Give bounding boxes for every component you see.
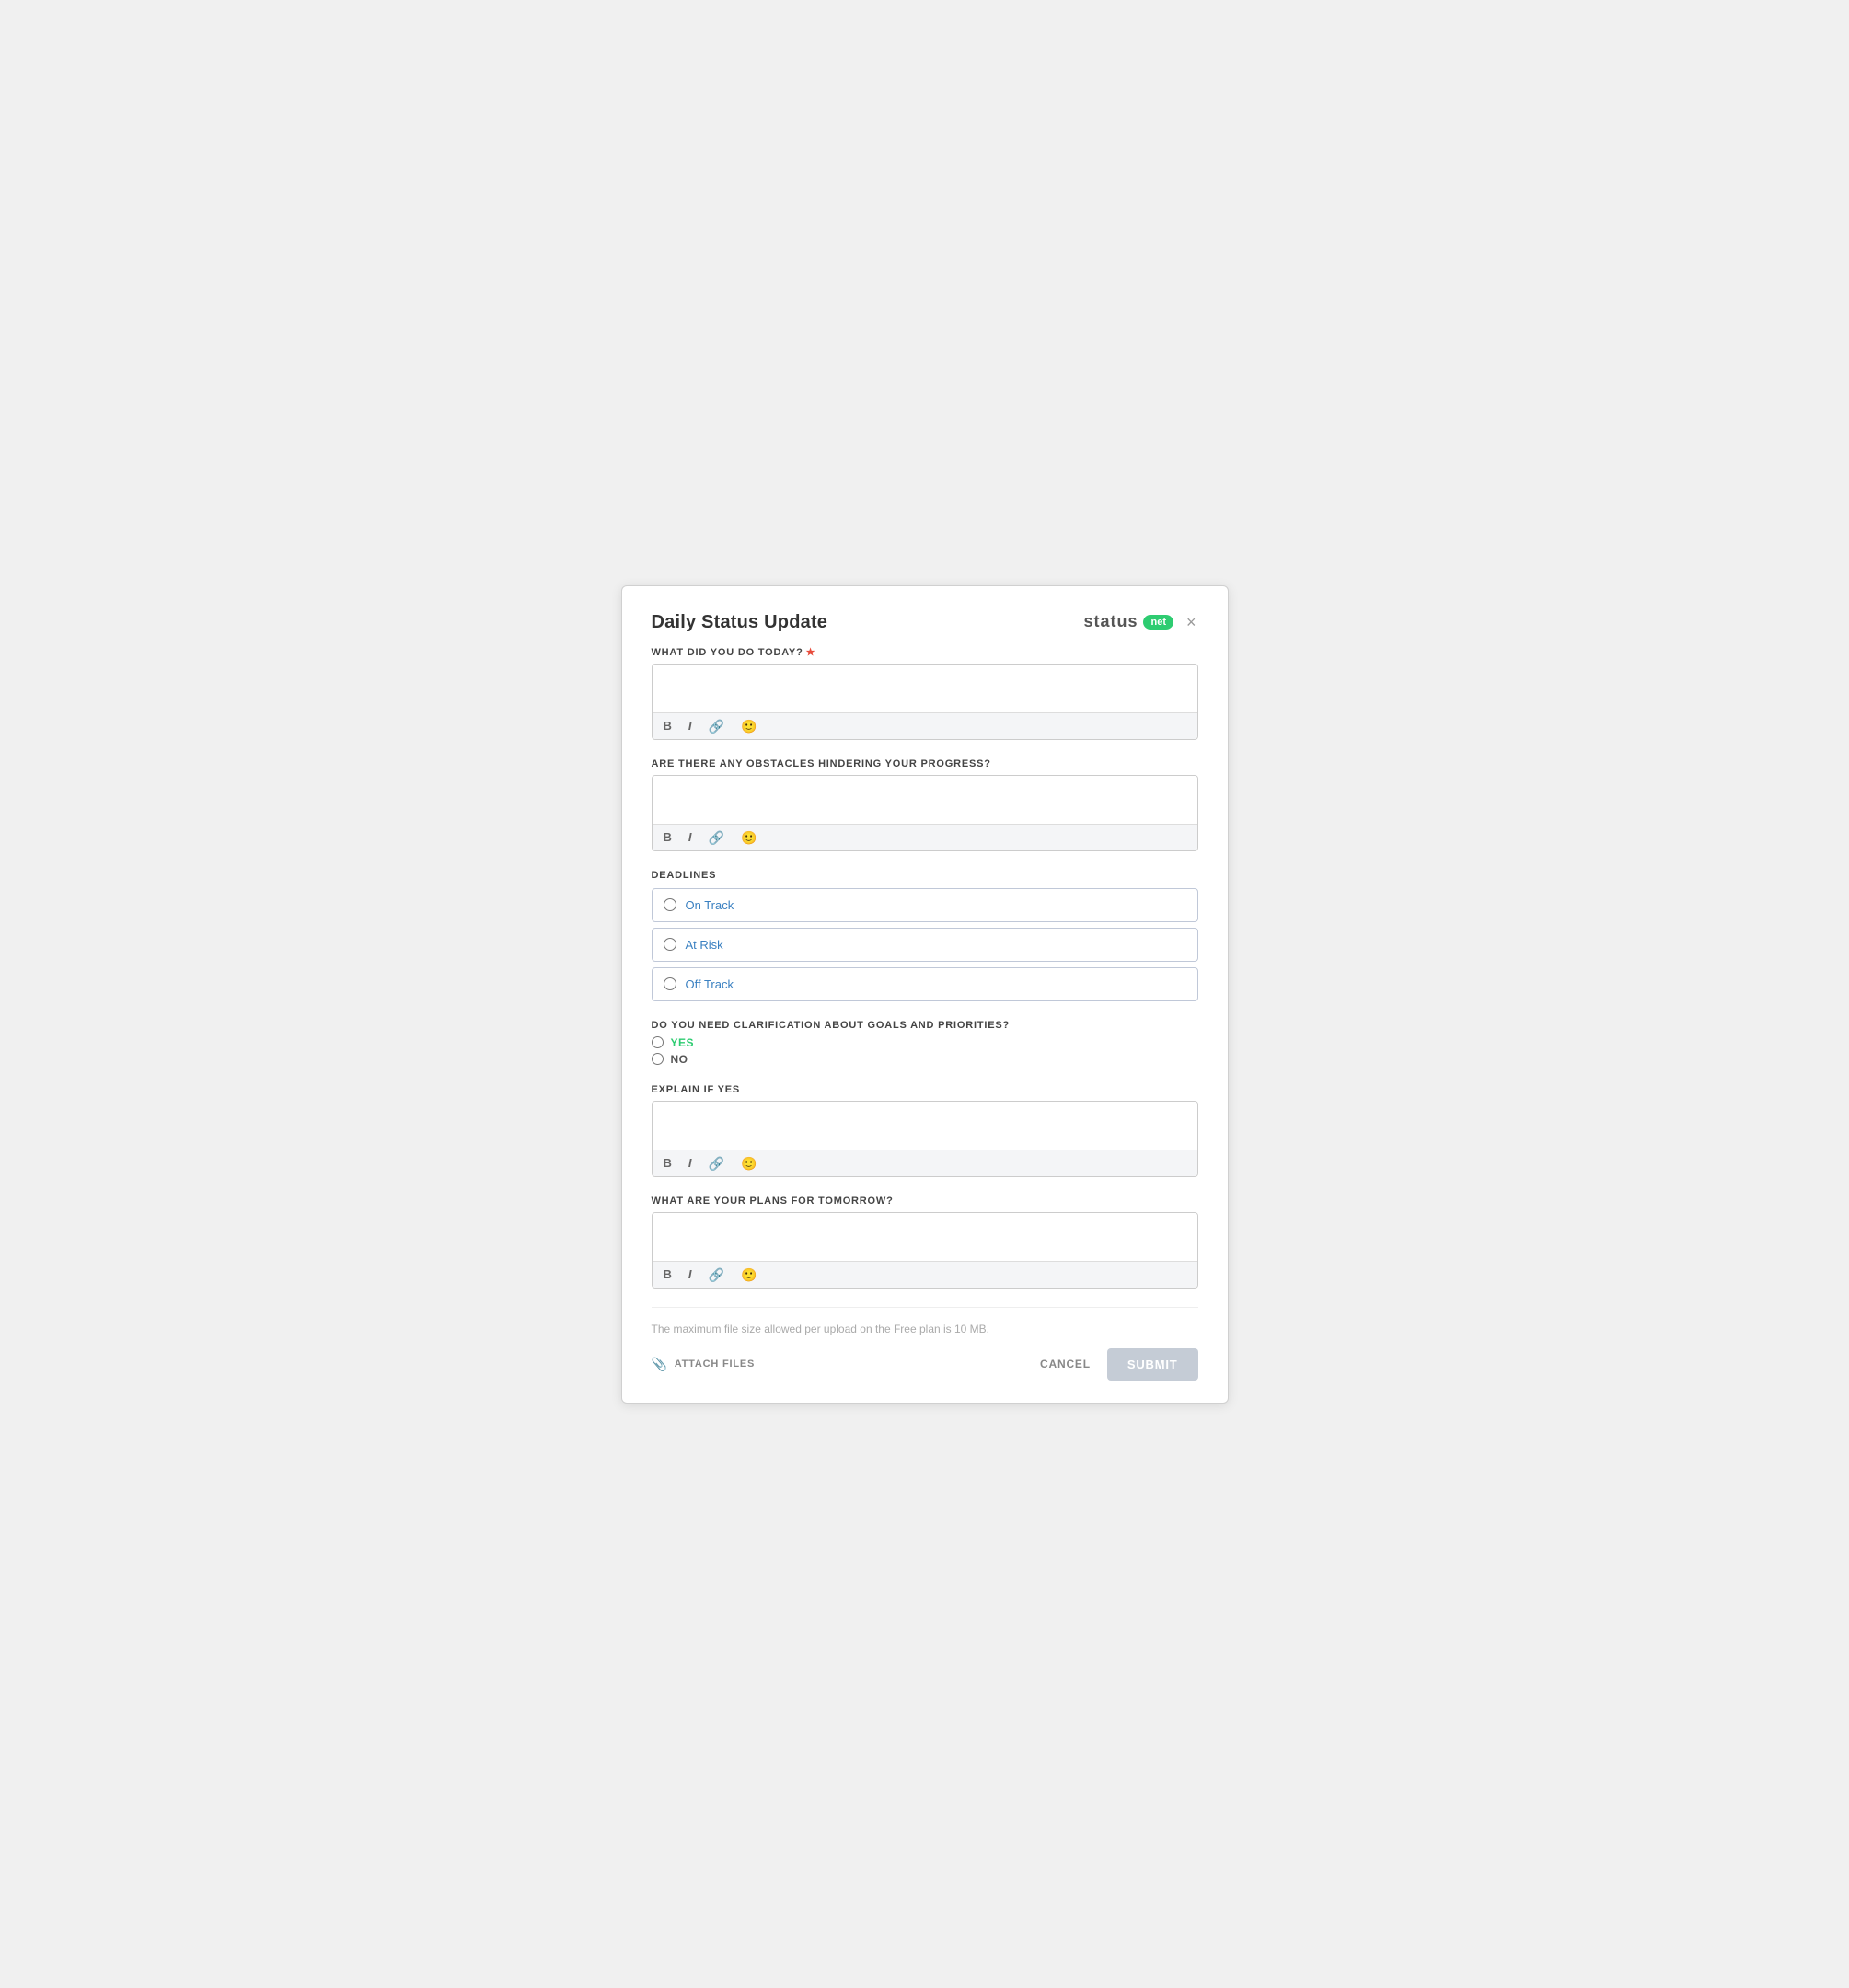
deadline-option-on-track[interactable]: On Track xyxy=(652,888,1198,922)
deadline-option-at-risk[interactable]: At Risk xyxy=(652,928,1198,962)
plans-tomorrow-label: WHAT ARE YOUR PLANS FOR TOMORROW? xyxy=(652,1196,1198,1207)
no-label: NO xyxy=(671,1053,688,1066)
clarification-label: DO YOU NEED CLARIFICATION ABOUT GOALS AN… xyxy=(652,1020,1198,1031)
what-today-toolbar: B I 🔗 🙂 xyxy=(653,712,1197,739)
plans-tomorrow-section: WHAT ARE YOUR PLANS FOR TOMORROW? B I 🔗 … xyxy=(652,1196,1198,1289)
italic-btn-1[interactable]: I xyxy=(685,718,696,734)
explain-yes-section: EXPLAIN IF YES B I 🔗 🙂 xyxy=(652,1084,1198,1177)
italic-btn-4[interactable]: I xyxy=(685,1266,696,1282)
yes-option[interactable]: YES xyxy=(652,1036,1198,1049)
obstacles-input[interactable] xyxy=(653,776,1197,824)
italic-btn-3[interactable]: I xyxy=(685,1155,696,1171)
obstacles-editor: B I 🔗 🙂 xyxy=(652,775,1198,851)
yes-no-options: YES NO xyxy=(652,1036,1198,1066)
plans-tomorrow-editor: B I 🔗 🙂 xyxy=(652,1212,1198,1289)
paperclip-icon: 📎 xyxy=(652,1357,668,1372)
what-today-editor: B I 🔗 🙂 xyxy=(652,664,1198,740)
bold-btn-2[interactable]: B xyxy=(660,829,676,845)
attach-files-label: ATTACH FILES xyxy=(675,1358,755,1370)
explain-yes-editor: B I 🔗 🙂 xyxy=(652,1101,1198,1177)
modal-footer: 📎 ATTACH FILES CANCEL SUBMIT xyxy=(652,1348,1198,1381)
link-btn-1[interactable]: 🔗 xyxy=(705,718,728,734)
yes-label: YES xyxy=(671,1036,695,1049)
emoji-btn-2[interactable]: 🙂 xyxy=(737,829,760,846)
modal-title: Daily Status Update xyxy=(652,612,828,633)
no-option[interactable]: NO xyxy=(652,1053,1198,1066)
footer-divider xyxy=(652,1307,1198,1308)
cancel-button[interactable]: CANCEL xyxy=(1036,1350,1094,1378)
modal-container: Daily Status Update status net × WHAT DI… xyxy=(621,585,1229,1404)
deadline-radio-on-track[interactable] xyxy=(664,898,676,911)
explain-yes-toolbar: B I 🔗 🙂 xyxy=(653,1150,1197,1176)
link-btn-2[interactable]: 🔗 xyxy=(705,829,728,846)
submit-button[interactable]: SUBMIT xyxy=(1107,1348,1198,1381)
what-today-section: WHAT DID YOU DO TODAY?★ B I 🔗 🙂 xyxy=(652,646,1198,740)
deadlines-section: DEADLINES On Track At Risk Off Track xyxy=(652,870,1198,1001)
link-btn-3[interactable]: 🔗 xyxy=(705,1155,728,1172)
bold-btn-4[interactable]: B xyxy=(660,1266,676,1282)
file-size-note: The maximum file size allowed per upload… xyxy=(652,1323,1198,1335)
brand-area: status net × xyxy=(1083,612,1197,632)
deadlines-label: DEADLINES xyxy=(652,870,1198,881)
modal-header: Daily Status Update status net × xyxy=(652,612,1198,633)
italic-btn-2[interactable]: I xyxy=(685,829,696,845)
clarification-yes-radio[interactable] xyxy=(652,1036,664,1048)
obstacles-section: ARE THERE ANY OBSTACLES HINDERING YOUR P… xyxy=(652,758,1198,851)
brand-badge: net xyxy=(1143,615,1173,630)
plans-tomorrow-input[interactable] xyxy=(653,1213,1197,1261)
deadline-option-off-track[interactable]: Off Track xyxy=(652,967,1198,1001)
close-button[interactable]: × xyxy=(1185,612,1198,632)
emoji-btn-1[interactable]: 🙂 xyxy=(737,718,760,734)
what-today-input[interactable] xyxy=(653,665,1197,712)
attach-files-button[interactable]: 📎 ATTACH FILES xyxy=(652,1353,756,1376)
link-btn-4[interactable]: 🔗 xyxy=(705,1266,728,1283)
deadline-radio-off-track[interactable] xyxy=(664,977,676,990)
brand-text: status xyxy=(1083,612,1138,631)
obstacles-toolbar: B I 🔗 🙂 xyxy=(653,824,1197,850)
plans-tomorrow-toolbar: B I 🔗 🙂 xyxy=(653,1261,1197,1288)
bold-btn-3[interactable]: B xyxy=(660,1155,676,1171)
clarification-no-radio[interactable] xyxy=(652,1053,664,1065)
explain-yes-input[interactable] xyxy=(653,1102,1197,1150)
footer-actions: CANCEL SUBMIT xyxy=(1036,1348,1197,1381)
deadline-radio-at-risk[interactable] xyxy=(664,938,676,951)
emoji-btn-3[interactable]: 🙂 xyxy=(737,1155,760,1172)
emoji-btn-4[interactable]: 🙂 xyxy=(737,1266,760,1283)
explain-yes-label: EXPLAIN IF YES xyxy=(652,1084,1198,1095)
bold-btn-1[interactable]: B xyxy=(660,718,676,734)
modal-title-text: Daily Status Update xyxy=(652,612,828,633)
clarification-section: DO YOU NEED CLARIFICATION ABOUT GOALS AN… xyxy=(652,1020,1198,1066)
what-today-label: WHAT DID YOU DO TODAY?★ xyxy=(652,646,1198,658)
obstacles-label: ARE THERE ANY OBSTACLES HINDERING YOUR P… xyxy=(652,758,1198,769)
required-star: ★ xyxy=(806,647,816,658)
